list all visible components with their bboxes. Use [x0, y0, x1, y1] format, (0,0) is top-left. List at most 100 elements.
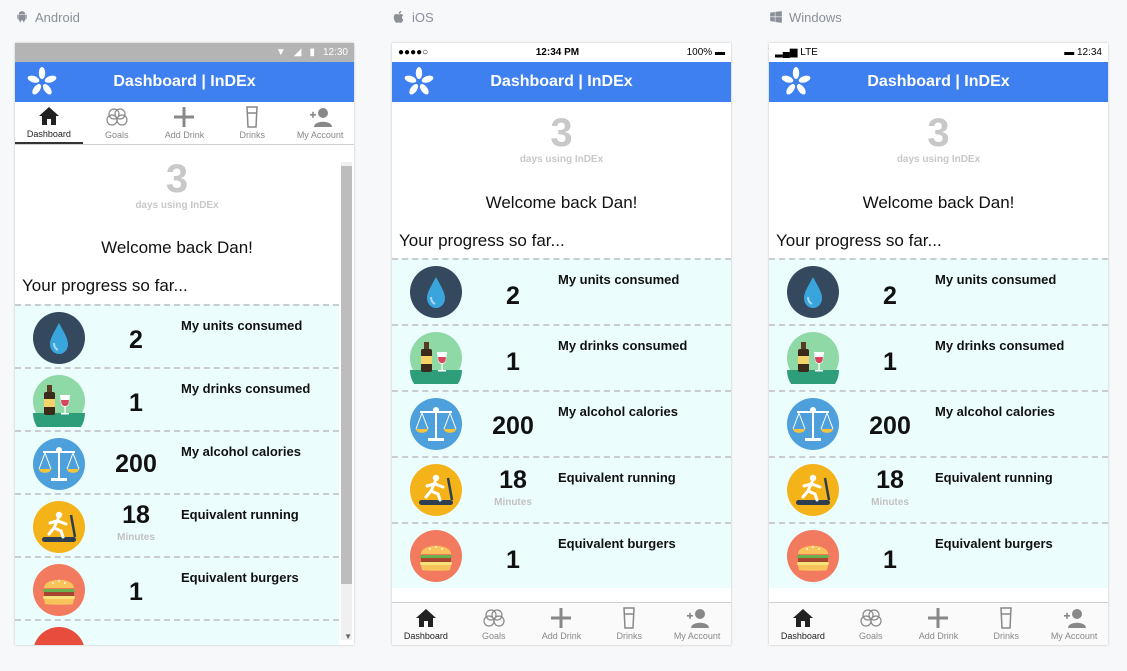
- tab-goals[interactable]: Goals: [460, 603, 528, 645]
- tab-label: Dashboard: [780, 631, 825, 641]
- stat-value: 1: [129, 578, 143, 606]
- network-type: LTE: [800, 47, 818, 58]
- tab-dashboard[interactable]: Dashboard: [392, 603, 460, 645]
- android-device: ▼ ◢ ▮ 12:30 Dashboard | InDEx Dashboard …: [15, 43, 354, 645]
- tab-dashboard[interactable]: Dashboard: [769, 603, 837, 645]
- water-drop-icon: [33, 312, 85, 364]
- tab-my-account[interactable]: My Account: [1040, 603, 1108, 645]
- stat-burgers: 1 Equivalent burgers: [769, 522, 1108, 588]
- stat-value: 1: [506, 348, 520, 376]
- tab-add-drink[interactable]: Add Drink: [905, 603, 973, 645]
- ios-label: iOS: [412, 9, 434, 25]
- tab-add-drink[interactable]: Add Drink: [151, 102, 219, 144]
- stat-drinks: 1 My drinks consumed: [15, 367, 339, 430]
- app-title: Dashboard | InDEx: [490, 73, 633, 90]
- stat-value: 2: [506, 282, 520, 310]
- tab-drinks[interactable]: Drinks: [218, 102, 286, 144]
- stat-label: Equivalent running: [181, 507, 299, 522]
- wine-bottle-icon: [410, 332, 462, 384]
- app-title: Dashboard | InDEx: [113, 73, 256, 90]
- battery-icon: ▮: [309, 47, 315, 58]
- burger-icon: [410, 530, 462, 582]
- android-status-bar: ▼ ◢ ▮ 12:30: [15, 43, 354, 62]
- tab-label: Add Drink: [918, 631, 959, 641]
- progress-title: Your progress so far...: [399, 231, 565, 250]
- tab-goals[interactable]: Goals: [837, 603, 905, 645]
- ios-dashboard-content: 3 days using InDEx Welcome back Dan! You…: [392, 102, 731, 600]
- battery-icon: ▬: [714, 47, 725, 58]
- tab-my-account[interactable]: My Account: [663, 603, 731, 645]
- signal-icon: ▂▄▆: [775, 47, 798, 58]
- android-app-bar: Dashboard | InDEx: [15, 62, 354, 102]
- windows-icon: [770, 11, 782, 23]
- stat-unit: Minutes: [871, 497, 909, 508]
- windows-signal: ▂▄▆ LTE: [775, 47, 818, 58]
- stat-units: 2 My units consumed: [392, 258, 731, 324]
- glass-icon: [246, 106, 259, 128]
- tab-label: Drinks: [239, 130, 266, 140]
- goals-icon: [106, 108, 128, 126]
- days-count: 3: [927, 111, 950, 155]
- glass-icon: [623, 607, 636, 629]
- tab-label: My Account: [1050, 631, 1098, 641]
- scrollbar[interactable]: [341, 162, 352, 640]
- days-label: days using InDEx: [519, 154, 604, 165]
- water-drop-icon: [410, 266, 462, 318]
- tab-label: Drinks: [616, 631, 643, 641]
- days-label: days using InDEx: [135, 200, 219, 211]
- stat-label: Equivalent running: [558, 470, 676, 485]
- tab-drinks[interactable]: Drinks: [972, 603, 1040, 645]
- stat-burgers: 1 Equivalent burgers: [15, 556, 339, 619]
- tab-label: Add Drink: [541, 631, 582, 641]
- scales-icon: [787, 398, 839, 450]
- tab-label: My Account: [296, 130, 344, 140]
- treadmill-icon: [787, 464, 839, 516]
- goals-icon: [860, 609, 882, 627]
- stat-value: 1: [883, 546, 897, 574]
- wine-bottle-icon: [787, 332, 839, 384]
- add-user-icon: [687, 609, 710, 628]
- home-icon: [415, 609, 436, 627]
- plus-icon: [551, 608, 572, 628]
- wine-bottle-icon: [33, 375, 85, 427]
- scrollbar-thumb[interactable]: [341, 166, 352, 584]
- ios-status-time: 12:34 PM: [535, 47, 580, 58]
- windows-status-bar: ▂▄▆ LTE ▬ 12:34: [769, 43, 1108, 62]
- index-logo-icon: [27, 67, 57, 97]
- burger-icon: [787, 530, 839, 582]
- stat-label: My drinks consumed: [181, 381, 311, 396]
- stat-unit: Minutes: [494, 497, 532, 508]
- stat-value: 18: [122, 501, 150, 529]
- days-count: 3: [165, 157, 189, 201]
- plus-icon: [174, 107, 195, 127]
- tab-dashboard[interactable]: Dashboard: [15, 102, 83, 144]
- windows-dashboard-content: 3 days using InDEx Welcome back Dan! You…: [769, 102, 1108, 600]
- tab-add-drink[interactable]: Add Drink: [528, 603, 596, 645]
- stat-units: 2 My units consumed: [769, 258, 1108, 324]
- android-platform-label: Android: [15, 9, 80, 25]
- tab-drinks[interactable]: Drinks: [595, 603, 663, 645]
- plus-icon: [928, 608, 949, 628]
- scroll-down-arrow-icon[interactable]: ▼: [344, 632, 352, 641]
- stat-calories: 200 My alcohol calories: [15, 430, 339, 493]
- stat-unit: Minutes: [117, 532, 155, 543]
- stat-label: My units consumed: [181, 318, 303, 333]
- tab-label: Dashboard: [403, 631, 448, 641]
- tab-label: Add Drink: [164, 130, 205, 140]
- stat-value: 1: [883, 348, 897, 376]
- welcome-message: Welcome back Dan!: [485, 193, 638, 212]
- stat-running: 18 Minutes Equivalent running: [769, 456, 1108, 522]
- tab-goals[interactable]: Goals: [83, 102, 151, 144]
- days-count: 3: [550, 111, 573, 155]
- stat-label: My units consumed: [558, 272, 680, 287]
- apple-icon: [393, 10, 404, 23]
- android-icon: [17, 11, 27, 23]
- scales-icon: [33, 438, 85, 490]
- stat-value: 200: [492, 412, 534, 440]
- tab-my-account[interactable]: My Account: [286, 102, 354, 144]
- stat-label: My alcohol calories: [181, 444, 301, 459]
- stat-value: 200: [115, 450, 157, 478]
- add-user-icon: [1064, 609, 1087, 628]
- ios-tab-bar: Dashboard Goals Add Drink Drinks My Acco…: [392, 602, 731, 645]
- treadmill-icon: [33, 501, 85, 553]
